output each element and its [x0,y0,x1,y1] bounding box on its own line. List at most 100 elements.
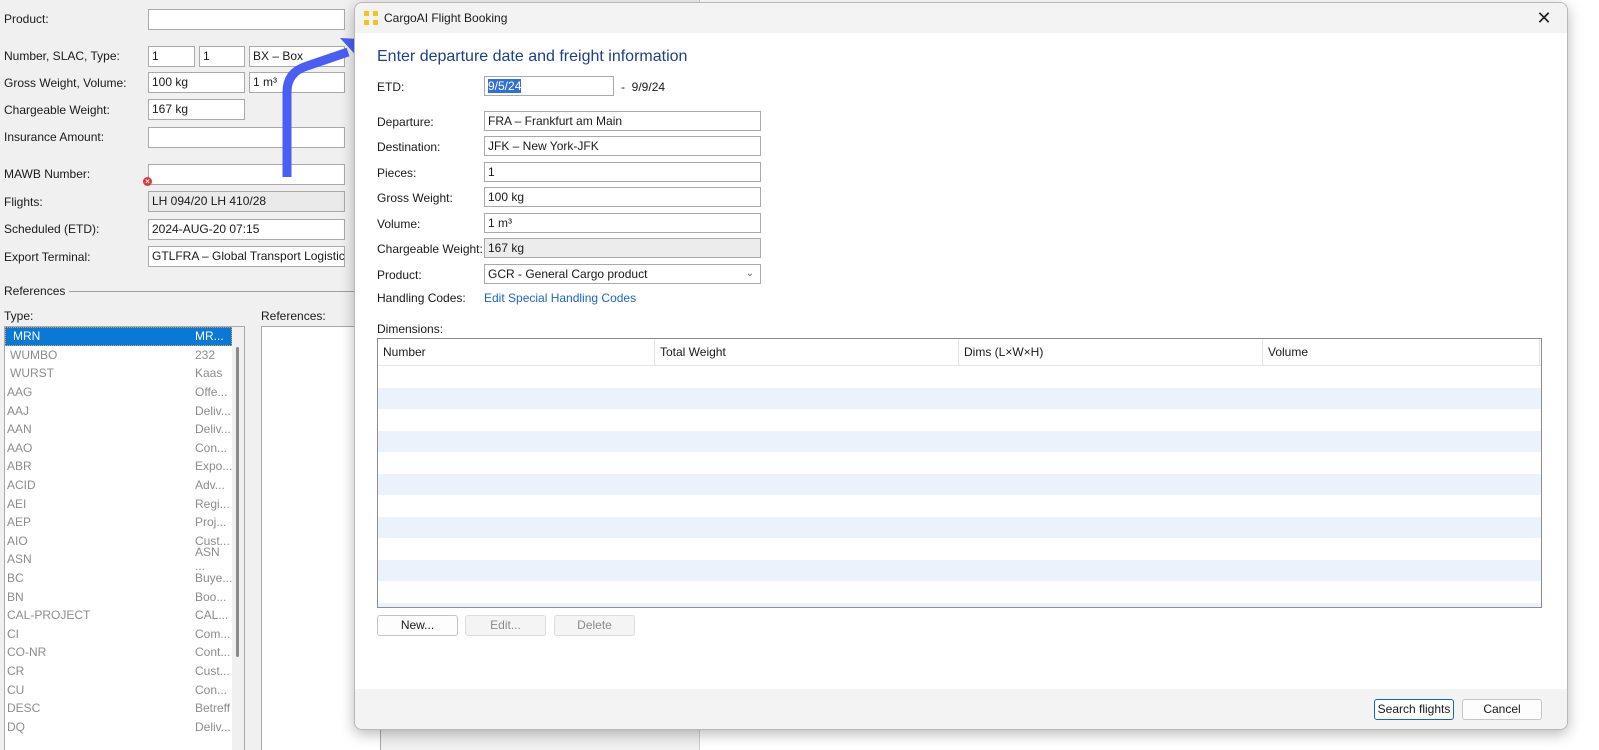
reference-type-code: BC [7,571,24,586]
etd-from-input[interactable]: 9/5/24 [484,76,614,96]
reference-type-scrollbar[interactable] [232,327,244,750]
column-header-total-weight[interactable]: Total Weight [655,339,959,366]
dimensions-table[interactable]: Number Total Weight Dims (L×W×H) Volume [377,338,1542,608]
scheduled-etd-label: Scheduled (ETD): [4,222,100,236]
product-input[interactable] [148,9,345,30]
etd-range: - 9/9/24 [621,80,665,94]
gross-weight-input[interactable]: 100 kg [148,72,245,93]
dialog-title: CargoAI Flight Booking [384,11,508,25]
insurance-amount-input[interactable] [148,127,345,148]
dimensions-table-empty-row [378,387,1541,409]
reference-type-item[interactable]: BN Boo... [5,587,232,606]
reference-type-description: Con... [195,440,228,455]
type-input[interactable]: BX – Box [249,46,345,67]
destination-input[interactable]: JFK – New York-JFK [484,136,761,156]
reference-type-item[interactable]: DQ Deliv... [5,717,232,736]
new-dimension-button[interactable]: New... [377,615,458,636]
volume-input[interactable]: 1 m³ [484,213,761,233]
scheduled-etd-input[interactable]: 2024-AUG-20 07:15 [148,219,345,240]
number-input[interactable]: 1 [148,46,195,67]
flights-label: Flights: [4,195,43,209]
flights-input: LH 094/20 LH 410/28 [148,191,345,212]
reference-type-item[interactable]: DESC Betreff [5,699,232,718]
slac-input[interactable]: 1 [199,46,245,67]
reference-type-code: ACID [7,478,36,493]
column-header-volume[interactable]: Volume [1263,339,1540,366]
dimensions-table-empty-row [378,473,1541,495]
volume-label: Volume: [377,217,421,231]
cancel-button[interactable]: Cancel [1462,699,1542,720]
scrollbar-thumb[interactable] [236,347,239,657]
reference-type-code: BN [7,589,24,604]
reference-type-item[interactable]: AAJ Deliv... [5,401,232,420]
gross-weight-input[interactable]: 100 kg [484,187,761,207]
reference-type-item[interactable]: WURST Kaas [5,364,232,383]
dimensions-table-empty-row [378,409,1541,431]
reference-type-item[interactable]: CO-NR Cont... [5,643,232,662]
export-terminal-input[interactable]: GTLFRA – Global Transport Logistics I [148,246,345,267]
mawb-number-input[interactable] [148,164,345,185]
export-terminal-label: Export Terminal: [4,250,91,264]
dialog-footer: Search flights Cancel [355,689,1567,729]
etd-separator: - [621,80,625,94]
edit-dimension-button[interactable]: Edit... [465,615,546,636]
reference-type-item[interactable]: ASN ASN ... [5,545,232,573]
references-label: References: [261,309,326,323]
etd-from-value: 9/5/24 [488,79,522,93]
pieces-input[interactable]: 1 [484,162,761,182]
close-button[interactable]: ✕ [1521,3,1567,33]
reference-type-code: WURST [10,366,54,381]
reference-type-item[interactable]: AEI Regi... [5,494,232,513]
reference-type-item[interactable]: AAN Deliv... [5,420,232,439]
reference-type-description: Cust... [195,663,230,678]
reference-type-code: CR [7,663,25,678]
reference-type-item[interactable]: CAL-PROJECT CAL... [5,606,232,625]
reference-type-item[interactable]: CR Cust... [5,662,232,681]
dimensions-label: Dimensions: [377,322,444,336]
reference-type-code: ASN [7,552,32,567]
search-flights-button[interactable]: Search flights [1374,699,1454,720]
reference-type-code: DQ [7,719,25,734]
edit-handling-codes-link[interactable]: Edit Special Handling Codes [484,291,636,305]
reference-type-item[interactable]: AEP Proj... [5,513,232,532]
delete-dimension-button[interactable]: Delete [554,615,635,636]
departure-input[interactable]: FRA – Frankfurt am Main [484,111,761,131]
product-label: Product: [4,12,49,26]
product-label: Product: [377,268,422,282]
dimensions-table-header: Number Total Weight Dims (L×W×H) Volume [378,339,1541,366]
reference-type-code: MRN [13,329,41,344]
reference-type-description: Con... [195,682,228,697]
reference-type-item[interactable]: MRN MR... [5,327,232,346]
chargeable-weight-input: 167 kg [484,238,761,258]
product-select[interactable]: GCR - General Cargo product ⌄ [484,264,761,284]
chargeable-weight-label: Chargeable Weight: [377,242,483,256]
destination-label: Destination: [377,140,441,154]
reference-type-item[interactable]: AAO Con... [5,439,232,458]
dimensions-table-empty-row [378,559,1541,581]
reference-type-description: Betreff [195,701,231,716]
reference-type-item[interactable]: AAG Offe... [5,383,232,402]
reference-type-list[interactable]: MRN MR... WUMBO 232 WURST Kaas AAG Offe... AAJ De… [4,326,245,750]
reference-type-code: CU [7,682,25,697]
reference-type-description: Deliv... [195,403,231,418]
reference-type-item[interactable]: CI Com... [5,625,232,644]
dialog-titlebar[interactable]: CargoAI Flight Booking ✕ [355,3,1567,33]
reference-type-item[interactable]: BC Buye... [5,569,232,588]
type-label: Type: [4,309,34,323]
flight-booking-dialog: CargoAI Flight Booking ✕ Enter departure… [354,2,1568,730]
handling-codes-label: Handling Codes: [377,291,466,305]
gross-weight-volume-label: Gross Weight, Volume: [4,76,127,90]
reference-type-code: WUMBO [10,347,58,362]
chargeable-weight-input[interactable]: 167 kg [148,99,245,120]
reference-type-item[interactable]: CU Con... [5,680,232,699]
dimensions-table-empty-row [378,581,1541,603]
column-header-number[interactable]: Number [378,339,655,366]
reference-type-description: 232 [195,347,216,362]
reference-type-description: Adv... [195,478,225,493]
reference-type-item[interactable]: ABR Expo... [5,457,232,476]
reference-type-item[interactable]: WUMBO 232 [5,346,232,365]
reference-type-description: Boo... [195,589,227,604]
column-header-dims[interactable]: Dims (L×W×H) [959,339,1263,366]
volume-input[interactable]: 1 m³ [249,72,345,93]
reference-type-item[interactable]: ACID Adv... [5,476,232,495]
